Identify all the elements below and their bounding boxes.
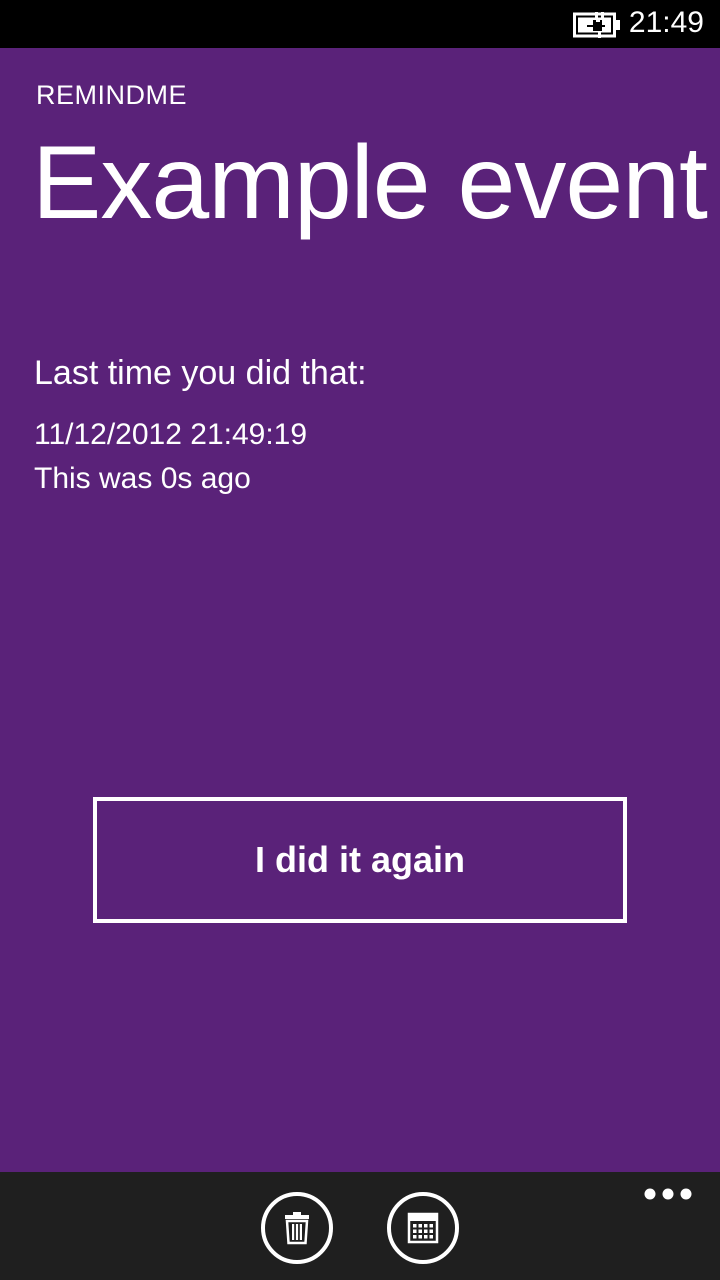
delete-button[interactable] [261,1192,333,1264]
battery-charging-icon [573,12,620,38]
status-clock: 21:49 [628,6,704,39]
calendar-icon [407,1212,439,1244]
calendar-button[interactable] [387,1192,459,1264]
event-page: REMINDME Example event Last time you did… [0,48,720,1172]
last-time-value: 11/12/2012 21:49:19 [34,418,308,451]
application-bar [0,1172,720,1280]
app-name: REMINDME [36,80,187,110]
did-it-again-button[interactable]: I did it again [93,797,627,923]
elapsed-time-value: This was 0s ago [34,462,251,495]
trash-icon [285,1212,309,1245]
last-time-label: Last time you did that: [34,354,367,392]
ellipsis-icon[interactable] [643,1186,693,1202]
page-title: Example event [32,125,708,241]
status-bar: 21:49 [0,0,720,48]
